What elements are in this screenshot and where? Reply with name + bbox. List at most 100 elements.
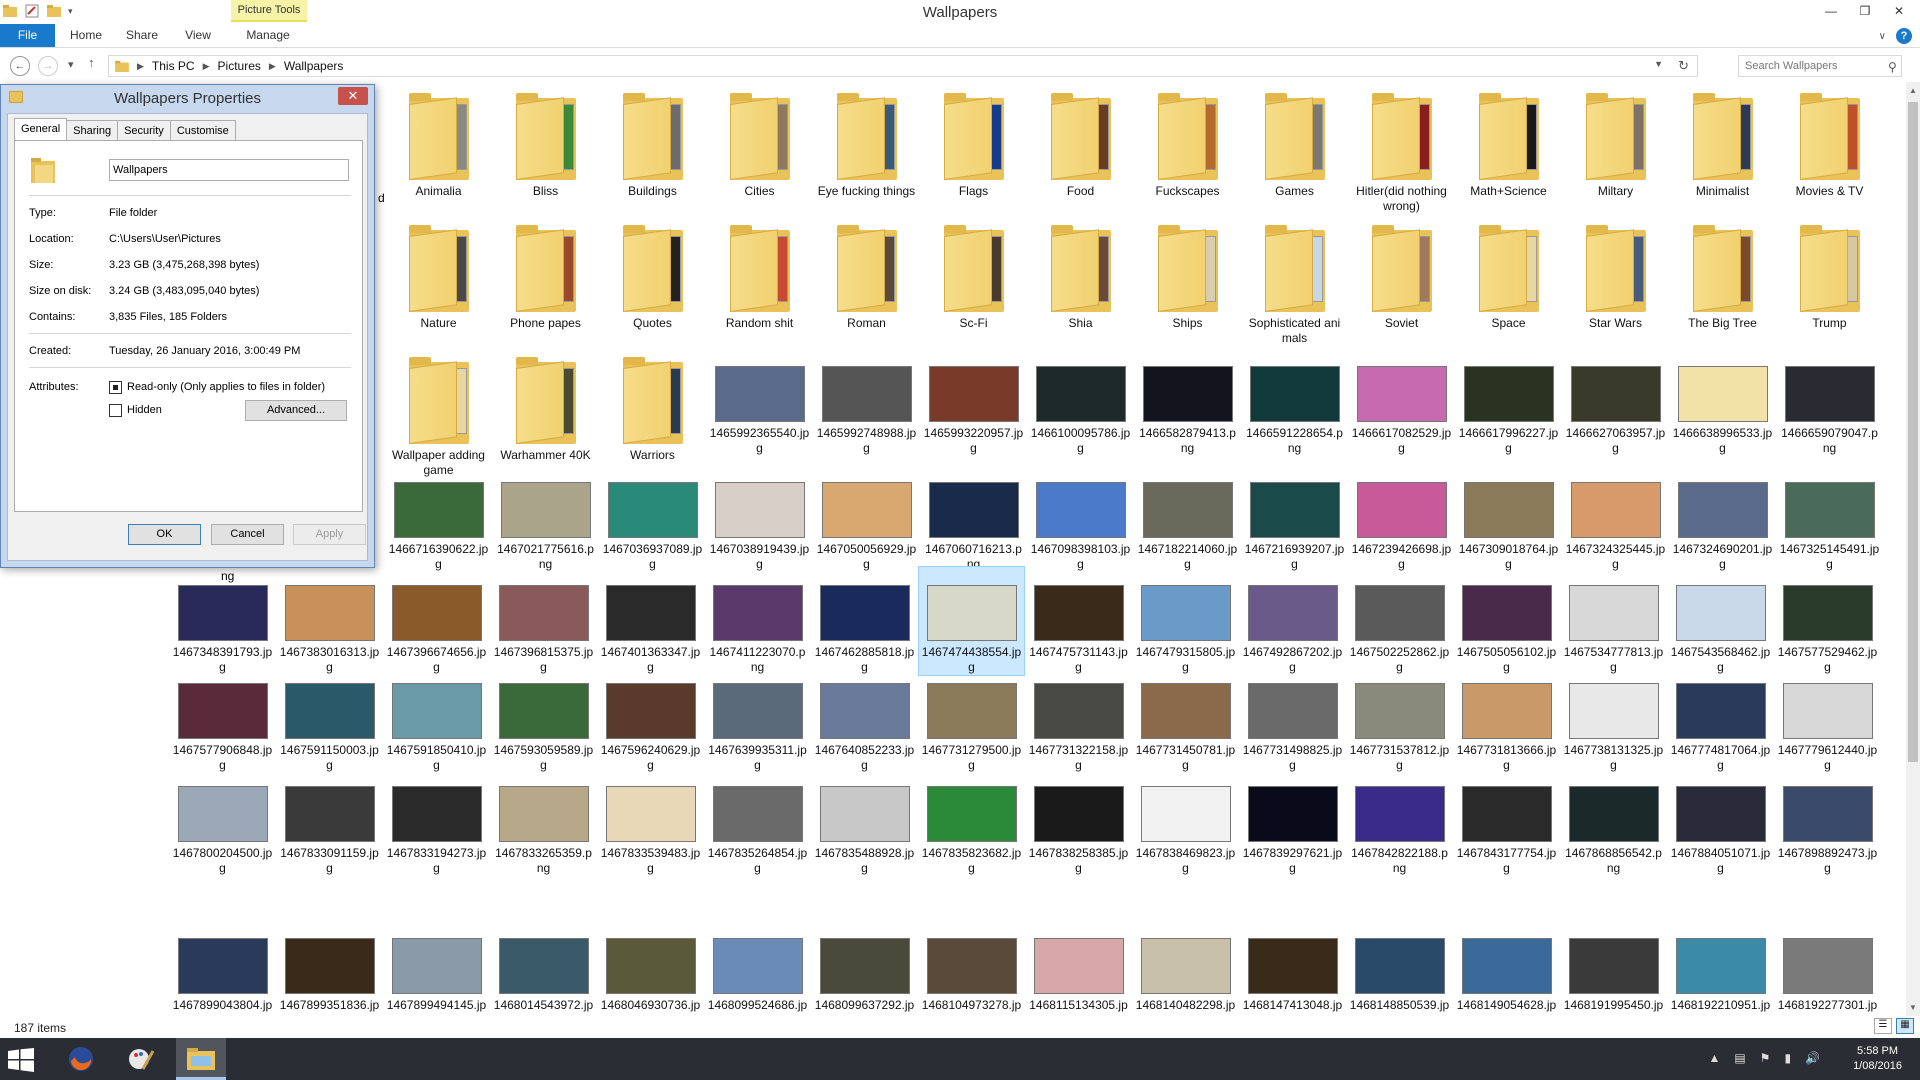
folder-item[interactable]: Miltary	[1563, 84, 1668, 199]
image-file-item[interactable]: 1467050056929.jpg	[814, 464, 919, 572]
image-file-item[interactable]: 1467839297621.jpg	[1240, 768, 1345, 876]
folder-item[interactable]: Sophisticated animals	[1242, 216, 1347, 346]
folder-item[interactable]: Soviet	[1349, 216, 1454, 331]
cancel-button[interactable]: Cancel	[211, 524, 284, 545]
image-file-item[interactable]: 1467239426698.jpg	[1349, 464, 1454, 572]
apply-button[interactable]: Apply	[293, 524, 366, 545]
scroll-up-icon[interactable]: ▲	[1906, 86, 1920, 95]
image-file-item[interactable]: 1467779612440.jpg	[1775, 665, 1880, 773]
image-file-item[interactable]: 1467324690201.jpg	[1670, 464, 1775, 572]
breadcrumb-wallpapers[interactable]: Wallpapers	[284, 59, 344, 73]
breadcrumb-this-pc[interactable]: This PC	[152, 59, 195, 73]
image-file-item[interactable]: 1467577529462.jpg	[1775, 567, 1880, 675]
tab-home[interactable]: Home	[64, 24, 108, 47]
image-file-item[interactable]: 1467591150003.jpg	[277, 665, 382, 773]
hidden-checkbox[interactable]	[109, 404, 122, 417]
image-file-item[interactable]: 1467731813666.jpg	[1454, 665, 1559, 773]
folder-item[interactable]: Phone papes	[493, 216, 598, 331]
image-file-item[interactable]: 1468192210951.jpg	[1668, 898, 1773, 1016]
image-file-item[interactable]: 1465992365540.jpg	[707, 348, 812, 456]
network-icon[interactable]: ▤	[1734, 1051, 1745, 1065]
folder-item[interactable]: Sc-Fi	[921, 216, 1026, 331]
image-file-item[interactable]: 1466582879413.png	[1135, 348, 1240, 456]
image-file-item[interactable]: 1467639935311.jpg	[705, 665, 810, 773]
folder-item[interactable]: Ships	[1135, 216, 1240, 331]
address-history-icon[interactable]: ▼	[1654, 59, 1663, 69]
image-file-item[interactable]: 1467833265359.png	[491, 768, 596, 876]
folder-item[interactable]: Math+Science	[1456, 84, 1561, 199]
ok-button[interactable]: OK	[128, 524, 201, 545]
tab-manage[interactable]: Manage	[240, 24, 296, 47]
image-file-item[interactable]: 1467800204500.jpg	[170, 768, 275, 876]
image-file-item[interactable]: 1467502252862.jpg	[1347, 567, 1452, 675]
firefox-taskbar-button[interactable]	[56, 1038, 106, 1080]
address-bar[interactable]: ▶ This PC ▶ Pictures ▶ Wallpapers ▼ ↻	[108, 55, 1698, 77]
image-file-item[interactable]: 1467411223070.png	[705, 567, 810, 675]
image-file-item[interactable]: 1467325145491.jpg	[1777, 464, 1882, 572]
search-icon[interactable]: ⚲	[1888, 60, 1897, 74]
tab-sharing[interactable]: Sharing	[66, 120, 119, 140]
image-file-item[interactable]: 1467838469823.jpg	[1133, 768, 1238, 876]
image-file-item[interactable]: 1465993220957.jpg	[921, 348, 1026, 456]
image-file-item[interactable]: 1467833194273.jpg	[384, 768, 489, 876]
folder-item[interactable]: Games	[1242, 84, 1347, 199]
folder-item[interactable]: Cities	[707, 84, 812, 199]
breadcrumb-separator-icon[interactable]: ▶	[203, 61, 210, 72]
image-file-item[interactable]: 1467738131325.jpg	[1561, 665, 1666, 773]
image-file-item[interactable]: 1467596240629.jpg	[598, 665, 703, 773]
tab-customise[interactable]: Customise	[169, 120, 236, 140]
image-file-item[interactable]: 1467182214060.jpg	[1135, 464, 1240, 572]
image-file-item[interactable]: 1467505056102.jpg	[1454, 567, 1559, 675]
image-file-item[interactable]: 1467543568462.jpg	[1668, 567, 1773, 675]
expand-ribbon-icon[interactable]: ∨	[1879, 31, 1886, 42]
image-file-item[interactable]: 1467899351836.jpg	[277, 898, 382, 1016]
image-file-item[interactable]: 1467216939207.jpg	[1242, 464, 1347, 572]
image-file-item[interactable]: 1467835823682.jpg	[919, 768, 1024, 876]
folder-item[interactable]: Warriors	[600, 348, 705, 463]
folder-item[interactable]: Wallpaper adding game	[386, 348, 491, 478]
clock[interactable]: 5:58 PM 1/08/2016	[1853, 1044, 1902, 1074]
maximize-button[interactable]: ❐	[1848, 0, 1882, 22]
image-file-item[interactable]: 1467474438554.jpg	[918, 566, 1025, 676]
volume-icon[interactable]: 🔊	[1805, 1051, 1820, 1065]
folder-item[interactable]: The Big Tree	[1670, 216, 1775, 331]
folder-item[interactable]: Trump	[1777, 216, 1882, 331]
image-file-item[interactable]: 1468148850539.jpg	[1347, 898, 1452, 1016]
refresh-icon[interactable]: ↻	[1678, 58, 1689, 74]
image-file-item[interactable]: 1467348391793.jpg	[170, 567, 275, 675]
close-button[interactable]: ✕	[1882, 0, 1916, 22]
folder-item[interactable]: Space	[1456, 216, 1561, 331]
recent-locations-icon[interactable]: ▾	[68, 58, 74, 71]
image-file-item[interactable]: 1467731322158.jpg	[1026, 665, 1131, 773]
folder-item[interactable]: Buildings	[600, 84, 705, 199]
image-file-item[interactable]: 1467593059589.jpg	[491, 665, 596, 773]
image-file-item[interactable]: 1467396815375.jpg	[491, 567, 596, 675]
minimize-button[interactable]: —	[1814, 0, 1848, 22]
readonly-checkbox[interactable]	[109, 381, 122, 394]
dialog-close-button[interactable]: ✕	[338, 87, 368, 105]
folder-item[interactable]: Movies & TV	[1777, 84, 1882, 199]
image-file-item[interactable]: 1467475731143.jpg	[1026, 567, 1131, 675]
image-file-item[interactable]: 1465992748988.jpg	[814, 348, 919, 456]
battery-icon[interactable]: ▮	[1784, 1051, 1791, 1065]
image-file-item[interactable]: 1468046930736.jpg	[598, 898, 703, 1016]
image-file-item[interactable]: 1466659079047.png	[1777, 348, 1882, 456]
details-view-icon[interactable]: ☰	[1874, 1018, 1892, 1034]
image-file-item[interactable]: 1468140482298.jpg	[1133, 898, 1238, 1016]
breadcrumb-separator-icon[interactable]: ▶	[137, 61, 144, 72]
image-file-item[interactable]: 1466100095786.jpg	[1028, 348, 1133, 456]
folder-item[interactable]: Bliss	[493, 84, 598, 199]
image-file-item[interactable]: 1466638996533.jpg	[1670, 348, 1775, 456]
action-center-icon[interactable]: ⚑	[1760, 1051, 1771, 1065]
file-explorer-taskbar-button[interactable]	[176, 1038, 226, 1080]
help-icon[interactable]: ?	[1896, 28, 1912, 44]
paint-taskbar-button[interactable]	[116, 1038, 166, 1080]
folder-item[interactable]: Hitler(did nothing wrong)	[1349, 84, 1454, 214]
folder-item[interactable]: Food	[1028, 84, 1133, 199]
advanced-button[interactable]: Advanced...	[245, 400, 347, 421]
image-file-item[interactable]: 1467640852233.jpg	[812, 665, 917, 773]
image-file-item[interactable]: 1468192277301.jpg	[1775, 898, 1880, 1016]
image-file-item[interactable]: 1467534777813.jpg	[1561, 567, 1666, 675]
image-file-item[interactable]: 1468115134305.jpg	[1026, 898, 1131, 1016]
up-arrow-icon[interactable]: ↑	[88, 55, 95, 70]
